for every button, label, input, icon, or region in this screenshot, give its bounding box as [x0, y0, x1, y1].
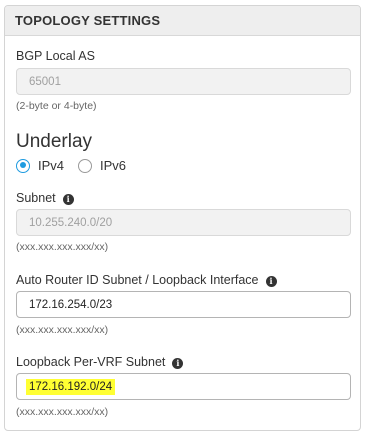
subnet-label-row: Subnet i — [16, 191, 74, 205]
topology-settings-panel: TOPOLOGY SETTINGS BGP Local AS 65001 (2-… — [4, 5, 361, 431]
radio-ipv4-label: IPv4 — [38, 158, 65, 173]
router-id-input[interactable]: 172.16.254.0/23 — [16, 291, 351, 318]
loopback-vrf-input[interactable]: 172.16.192.0/24 — [16, 373, 351, 400]
bgp-local-as-input[interactable]: 65001 — [16, 68, 351, 95]
subnet-value: 10.255.240.0/20 — [29, 216, 113, 229]
loopback-vrf-hint: (xxx.xxx.xxx.xxx/xx) — [16, 406, 109, 418]
subnet-hint: (xxx.xxx.xxx.xxx/xx) — [16, 241, 109, 253]
radio-ipv4[interactable]: IPv4 — [16, 158, 64, 173]
info-icon[interactable]: i — [172, 358, 184, 369]
radio-ipv4-selected-icon[interactable] — [16, 158, 30, 173]
bgp-local-as-label: BGP Local AS — [16, 49, 95, 63]
router-id-label: Auto Router ID Subnet / Loopback Interfa… — [16, 273, 259, 287]
router-id-label-row: Auto Router ID Subnet / Loopback Interfa… — [16, 273, 277, 287]
info-icon[interactable]: i — [62, 194, 74, 205]
bgp-local-as-value: 65001 — [29, 75, 61, 88]
loopback-vrf-label: Loopback Per-VRF Subnet — [16, 355, 166, 369]
underlay-heading: Underlay — [16, 131, 93, 152]
router-id-value: 172.16.254.0/23 — [29, 298, 113, 311]
subnet-input[interactable]: 10.255.240.0/20 — [16, 209, 351, 236]
loopback-vrf-label-row: Loopback Per-VRF Subnet i — [16, 355, 184, 369]
panel-title: TOPOLOGY SETTINGS — [5, 6, 360, 36]
info-icon[interactable]: i — [265, 276, 277, 287]
subnet-label: Subnet — [16, 191, 56, 205]
radio-ipv6[interactable]: IPv6 — [78, 158, 126, 173]
loopback-vrf-value: 172.16.192.0/24 — [26, 378, 116, 395]
router-id-hint: (xxx.xxx.xxx.xxx/xx) — [16, 324, 109, 336]
radio-ipv6-label: IPv6 — [100, 158, 127, 173]
bgp-local-as-hint: (2-byte or 4-byte) — [16, 100, 97, 112]
radio-ipv6-unselected-icon[interactable] — [78, 158, 92, 173]
